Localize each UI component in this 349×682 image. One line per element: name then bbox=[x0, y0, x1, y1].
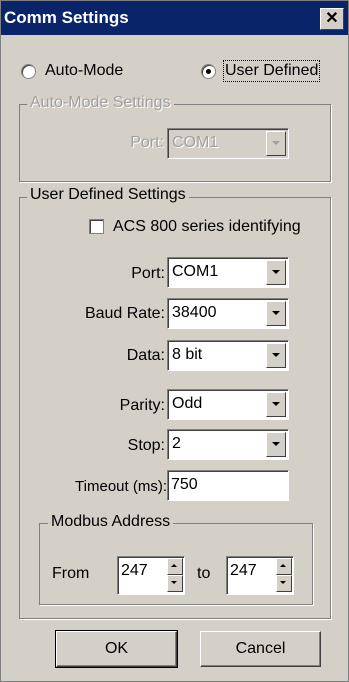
data-label: Data: bbox=[126, 347, 165, 364]
arrow-down-icon bbox=[280, 581, 286, 584]
parity-select[interactable]: Odd bbox=[167, 389, 289, 420]
chevron-down-icon bbox=[272, 141, 280, 145]
dialog-title: Comm Settings bbox=[4, 8, 129, 27]
chevron-down-icon bbox=[272, 311, 280, 315]
to-decrement-button[interactable] bbox=[276, 575, 292, 592]
acs-800-checkbox[interactable]: ACS 800 series identifying bbox=[89, 216, 329, 238]
timeout-value: 750 bbox=[171, 476, 198, 493]
from-increment-button[interactable] bbox=[167, 558, 183, 575]
from-label: From bbox=[52, 565, 90, 582]
auto-mode-radio-circle bbox=[21, 64, 36, 79]
from-address-value: 247 bbox=[121, 562, 148, 579]
from-address-spinner[interactable]: 247 bbox=[117, 556, 185, 595]
timeout-label: Timeout (ms): bbox=[75, 478, 167, 495]
acs-800-label: ACS 800 series identifying bbox=[113, 218, 301, 235]
auto-port-label: Port: bbox=[130, 134, 164, 151]
auto-mode-label: Auto-Mode bbox=[45, 62, 124, 79]
stop-bits-select[interactable]: 2 bbox=[167, 429, 289, 460]
port-label: Port: bbox=[131, 265, 165, 282]
modbus-address-legend: Modbus Address bbox=[48, 513, 174, 531]
chevron-down-icon bbox=[272, 270, 280, 274]
ok-button-label: OK bbox=[104, 640, 129, 657]
data-bits-dropdown-button[interactable] bbox=[266, 343, 286, 368]
close-button[interactable]: ✕ bbox=[320, 8, 344, 30]
auto-mode-radio[interactable]: Auto-Mode bbox=[21, 61, 161, 81]
ok-button[interactable]: OK bbox=[55, 630, 178, 668]
to-address-value: 247 bbox=[230, 562, 257, 579]
parity-dropdown-button[interactable] bbox=[266, 392, 286, 417]
user-defined-radio-circle bbox=[201, 64, 216, 79]
port-select[interactable]: COM1 bbox=[167, 257, 289, 288]
port-dropdown-button[interactable] bbox=[266, 260, 286, 285]
stop-label: Stop: bbox=[127, 437, 165, 454]
data-bits-value: 8 bit bbox=[172, 346, 203, 363]
parity-value: Odd bbox=[172, 395, 203, 412]
cancel-button[interactable]: Cancel bbox=[200, 631, 321, 667]
title-bar[interactable]: Comm Settings ✕ bbox=[1, 1, 348, 35]
radio-selected-dot bbox=[206, 69, 211, 74]
parity-label: Parity: bbox=[119, 397, 165, 414]
baud-rate-label: Baud Rate: bbox=[84, 305, 165, 322]
arrow-up-icon bbox=[280, 564, 286, 567]
chevron-down-icon bbox=[272, 353, 280, 357]
baud-rate-dropdown-button[interactable] bbox=[266, 301, 286, 326]
timeout-input[interactable]: 750 bbox=[167, 470, 289, 501]
user-defined-label: User Defined bbox=[222, 60, 321, 82]
auto-mode-settings-legend: Auto-Mode Settings bbox=[27, 94, 174, 112]
auto-port-value: COM1 bbox=[172, 134, 219, 151]
auto-port-select: COM1 bbox=[167, 128, 289, 159]
baud-rate-value: 38400 bbox=[172, 304, 217, 321]
auto-port-dropdown-button bbox=[266, 131, 286, 156]
chevron-down-icon bbox=[272, 442, 280, 446]
from-decrement-button[interactable] bbox=[167, 575, 183, 592]
arrow-up-icon bbox=[171, 564, 177, 567]
chevron-down-icon bbox=[272, 402, 280, 406]
comm-settings-dialog: Comm Settings ✕ Auto-Mode User Defined A… bbox=[0, 0, 349, 682]
baud-rate-select[interactable]: 38400 bbox=[167, 298, 289, 329]
to-increment-button[interactable] bbox=[276, 558, 292, 575]
cancel-button-label: Cancel bbox=[235, 640, 286, 657]
close-icon: ✕ bbox=[325, 10, 339, 27]
port-value: COM1 bbox=[172, 263, 219, 280]
user-defined-radio[interactable]: User Defined bbox=[201, 60, 341, 82]
stop-bits-value: 2 bbox=[172, 435, 181, 452]
data-bits-select[interactable]: 8 bit bbox=[167, 340, 289, 371]
arrow-down-icon bbox=[171, 581, 177, 584]
acs-800-checkbox-box bbox=[89, 219, 104, 234]
stop-bits-dropdown-button[interactable] bbox=[266, 432, 286, 457]
to-address-spinner[interactable]: 247 bbox=[226, 556, 294, 595]
to-label: to bbox=[197, 565, 211, 582]
user-defined-settings-legend: User Defined Settings bbox=[27, 186, 189, 204]
